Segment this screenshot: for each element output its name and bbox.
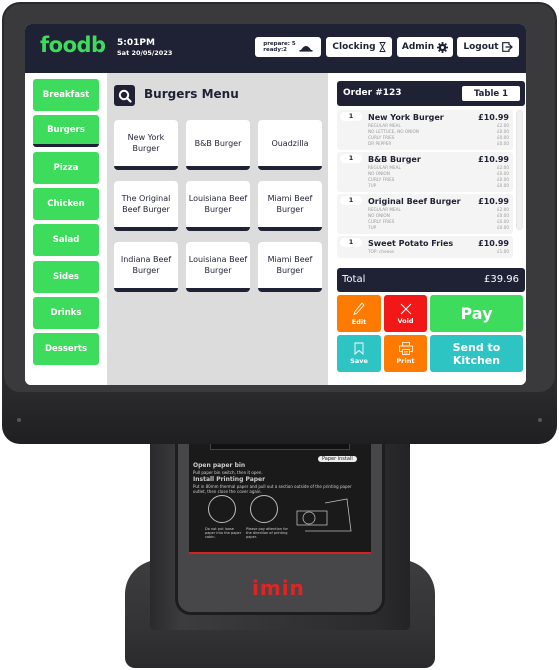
screw (17, 418, 21, 422)
edit-button[interactable]: Edit (337, 295, 381, 332)
void-label: Void (397, 316, 414, 325)
order-scrollbar[interactable] (516, 110, 523, 230)
category-breakfast[interactable]: Breakfast (33, 79, 99, 111)
line-price: £10.99 (478, 197, 509, 206)
category-pizza[interactable]: Pizza (33, 152, 99, 184)
total-label: Total (342, 274, 366, 285)
line-qty: 1 (340, 112, 362, 121)
menu-item[interactable]: Louisiana Beef Burger (186, 181, 250, 231)
order-line[interactable]: 1 Sweet Potato Fries £10.99 TOP: cheese £… (337, 236, 513, 258)
line-modifier: 7UP £0.00 (368, 225, 509, 230)
total-value: £39.96 (484, 274, 519, 285)
order-lines: 1 New York Burger £10.99 REGULAR MEAL £2.… (337, 110, 513, 265)
instruction-heading: Open paper bin (193, 462, 246, 469)
total-bar: Total £39.96 (337, 268, 525, 292)
category-sides[interactable]: Sides (33, 261, 99, 293)
save-button[interactable]: Save (337, 335, 381, 372)
category-chicken[interactable]: Chicken (33, 188, 99, 220)
pos-screen: foodb 5:01PM Sat 20/05/2023 prepare: 5 r… (25, 24, 526, 385)
menu-item[interactable]: Ouadzilla (258, 120, 322, 170)
pay-label: Pay (460, 304, 493, 323)
category-desserts[interactable]: Desserts (33, 333, 99, 365)
line-qty: 1 (340, 196, 362, 205)
send-label-line1: Send to (452, 340, 501, 354)
search-icon (118, 89, 132, 103)
admin-label: Admin (401, 42, 435, 52)
orders-status-button[interactable]: prepare: 5 ready:2 (255, 37, 321, 57)
category-burgers[interactable]: Burgers (33, 115, 99, 147)
menu-item[interactable]: Miami Beef Burger (258, 242, 322, 292)
send-label-line2: Kitchen (452, 353, 501, 367)
table-selector[interactable]: Table 1 (462, 86, 520, 101)
order-number: Order #123 (343, 88, 402, 98)
warning-icon (250, 495, 278, 523)
printer-icon (398, 342, 413, 355)
logout-icon (501, 42, 513, 52)
category-sidebar: Breakfast Burgers Pizza Chicken Salad Si… (25, 73, 107, 385)
line-qty: 1 (340, 238, 362, 247)
menu-panel: Burgers Menu New York Burger B&B Burger … (107, 73, 328, 385)
clock-date: Sat 20/05/2023 (117, 49, 173, 57)
pay-button[interactable]: Pay (430, 295, 523, 332)
line-modifier: DR PEPPER £0.00 (368, 141, 509, 146)
order-line[interactable]: 1 B&B Burger £10.99 REGULAR MEAL £2.00 NO… (337, 152, 513, 192)
line-modifier: TOP: cheese £1.00 (368, 249, 509, 254)
instruction-text: Put in 80mm thermal paper and pull out a… (193, 484, 352, 494)
service-bell-icon (299, 45, 313, 52)
ready-count: ready:2 (263, 47, 287, 53)
save-label: Save (350, 357, 368, 365)
order-line[interactable]: 1 Original Beef Burger £10.99 REGULAR ME… (337, 194, 513, 234)
menu-item[interactable]: Indiana Beef Burger (114, 242, 178, 292)
order-line[interactable]: 1 New York Burger £10.99 REGULAR MEAL £2.… (337, 110, 513, 150)
screw (538, 418, 542, 422)
menu-item[interactable]: Louisiana Beef Burger (186, 242, 250, 292)
line-modifier: 7UP £0.00 (368, 183, 509, 188)
clocking-label: Clocking (332, 42, 376, 52)
print-button[interactable]: Print (384, 335, 427, 372)
hourglass-icon (379, 42, 386, 52)
menu-item[interactable]: The Original Beef Burger (114, 181, 178, 231)
instruction-text: Do not put loose paper into the paper ca… (205, 527, 242, 539)
logout-label: Logout (463, 42, 499, 52)
category-drinks[interactable]: Drinks (33, 297, 99, 329)
instruction-heading: Install Printing Paper (193, 476, 266, 483)
order-header: Order #123 Table 1 (337, 81, 525, 106)
printer-diagram-icon (296, 498, 352, 532)
brand-logo: imin (252, 576, 305, 600)
clocking-button[interactable]: Clocking (326, 37, 392, 57)
order-panel: Order #123 Table 1 1 New York Burger £10… (328, 73, 526, 385)
instruction-text: Please pay attention for the direction o… (246, 527, 288, 539)
app-logo: foodb (40, 33, 106, 57)
bookmark-icon (354, 342, 364, 355)
category-salad[interactable]: Salad (33, 224, 99, 256)
close-icon (400, 303, 411, 314)
admin-button[interactable]: Admin (397, 37, 453, 57)
line-price: £10.99 (478, 155, 509, 164)
edit-label: Edit (351, 317, 367, 326)
line-price: £10.99 (478, 239, 509, 248)
search-button[interactable] (114, 85, 135, 106)
line-qty: 1 (340, 154, 362, 163)
logout-button[interactable]: Logout (457, 37, 519, 57)
menu-item[interactable]: Miami Beef Burger (258, 181, 322, 231)
menu-item[interactable]: New York Burger (114, 120, 178, 170)
menu-item[interactable]: B&B Burger (186, 120, 250, 170)
clock-time: 5:01PM (117, 38, 155, 48)
pencil-icon (353, 301, 365, 315)
send-to-kitchen-button[interactable]: Send to Kitchen (430, 335, 523, 372)
void-button[interactable]: Void (384, 295, 427, 332)
paper-install-tag: Paper install (318, 456, 357, 462)
warning-icon (208, 495, 236, 523)
menu-title: Burgers Menu (144, 87, 239, 101)
print-label: Print (396, 357, 415, 365)
line-price: £10.99 (478, 113, 509, 122)
gear-icon (437, 41, 449, 53)
top-bar: foodb 5:01PM Sat 20/05/2023 prepare: 5 r… (25, 24, 526, 73)
